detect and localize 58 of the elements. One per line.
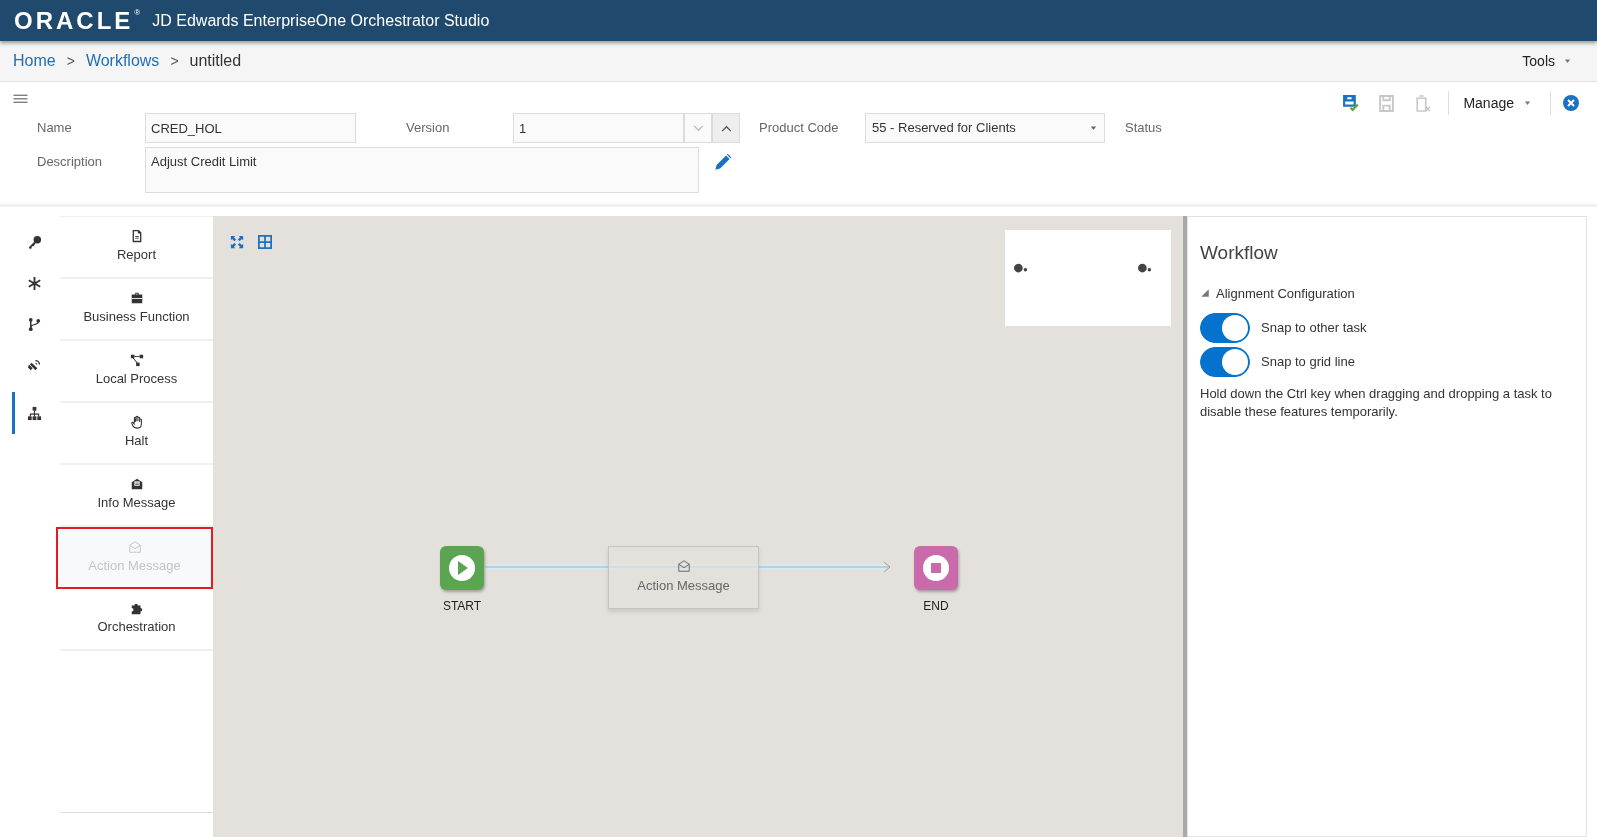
app-title: JD Edwards EnterpriseOne Orchestrator Studio: [152, 10, 490, 31]
breadcrumb-link[interactable]: Workflows: [85, 49, 160, 73]
chevron-down-icon: [692, 124, 704, 132]
toggle-switch[interactable]: [1200, 313, 1250, 343]
close-icon[interactable]: [1563, 95, 1579, 111]
puzzle-icon: [129, 601, 144, 616]
node-dot-icon: [1136, 261, 1154, 275]
breadcrumb-link[interactable]: Home: [13, 49, 56, 73]
hand-icon: [129, 415, 144, 430]
node-dot-icon: [1012, 261, 1030, 275]
oracle-logo: ORACLE: [14, 8, 134, 33]
breadcrumb-separator: >: [66, 51, 75, 71]
field-label: Name: [36, 119, 73, 138]
tools-menu[interactable]: Tools: [1522, 50, 1572, 72]
envelope-icon: [129, 477, 144, 492]
pencil-icon[interactable]: [713, 153, 732, 172]
panel-title: Workflow: [1200, 241, 1279, 265]
section-header[interactable]: Alignment Configuration: [1200, 283, 1574, 303]
hierarchy-icon: [27, 405, 42, 421]
task-node[interactable]: Action Message: [608, 546, 759, 609]
caret-icon: [1563, 58, 1572, 64]
grid-icon[interactable]: [258, 235, 272, 249]
field-label: Status: [1124, 119, 1162, 138]
product-code-dropdown[interactable]: 55 - Reserved for Clients: [865, 113, 1105, 143]
briefcase-icon: [129, 291, 144, 306]
field-label: Version: [405, 119, 451, 138]
caret-icon: [1089, 125, 1098, 131]
node-label: END: [922, 598, 950, 615]
open-envelope-icon: [676, 559, 691, 574]
node-label: START: [441, 598, 483, 615]
toggle-switch[interactable]: [1200, 347, 1250, 377]
chevron-up-icon: [720, 124, 732, 132]
manage-menu[interactable]: Manage: [1457, 92, 1538, 114]
menu-icon[interactable]: [12, 92, 29, 106]
nodes-icon: [129, 353, 144, 368]
breadcrumb-current: untitled: [189, 51, 242, 71]
asterisk-icon: [27, 276, 42, 291]
branch-icon: [27, 317, 42, 332]
stop-icon: [921, 553, 951, 583]
breadcrumb-separator: >: [170, 51, 179, 71]
open-envelope-icon: [127, 540, 142, 555]
name-field[interactable]: CRED_HOL: [145, 113, 356, 143]
fit-to-screen-icon[interactable]: [230, 235, 244, 249]
expanded-triangle-icon: [1200, 288, 1210, 299]
field-label: Description: [36, 153, 104, 171]
field-label: Product Code: [758, 119, 840, 138]
registered-mark: ®: [134, 8, 141, 17]
toggle-label: Snap to grid line: [1261, 353, 1355, 372]
version-field[interactable]: 1: [513, 113, 684, 143]
toggle-label: Snap to other task: [1261, 319, 1367, 338]
key-icon: [27, 235, 42, 250]
start-node[interactable]: [440, 546, 484, 590]
satellite-icon: [27, 358, 42, 373]
help-text: Hold down the Ctrl key when dragging and dropping a task to disable these features temporarily.: [1200, 385, 1553, 421]
description-field[interactable]: Adjust Credit Limit: [145, 147, 699, 193]
caret-icon: [1523, 100, 1532, 106]
end-node[interactable]: [914, 546, 958, 590]
play-icon: [447, 553, 477, 583]
